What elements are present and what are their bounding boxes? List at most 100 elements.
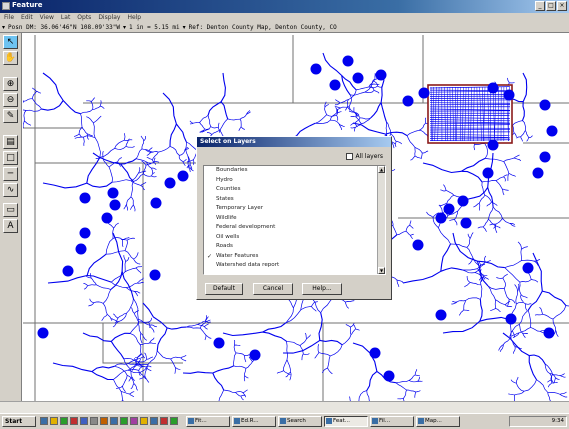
- menu-help[interactable]: Help: [127, 13, 141, 23]
- river-line: [86, 181, 113, 188]
- dropdown-arrow-icon[interactable]: ▾: [2, 24, 5, 31]
- river-line: [306, 334, 311, 339]
- polygon-tool-button[interactable]: ▭: [3, 203, 18, 217]
- default-button[interactable]: Default: [205, 283, 243, 295]
- list-scrollbar[interactable]: ▲ ▼: [377, 166, 385, 274]
- quick-launch-icon[interactable]: [140, 417, 148, 425]
- river-line: [415, 390, 421, 393]
- river-line: [324, 107, 327, 115]
- select-layers-dialog: Select on Layers All layers Boundaries Hy…: [196, 136, 392, 300]
- river-line: [504, 304, 513, 308]
- menu-lat[interactable]: Lat: [61, 13, 70, 23]
- pencil-tool-button[interactable]: ✎: [3, 109, 18, 123]
- taskbar-task-button[interactable]: Ed.R...: [232, 416, 276, 427]
- help-button[interactable]: Help...: [302, 283, 342, 295]
- dropdown-arrow-icon[interactable]: ▾: [183, 24, 186, 31]
- quick-launch-icon[interactable]: [170, 417, 178, 425]
- site-marker: [150, 197, 162, 209]
- river-line: [366, 390, 370, 401]
- river-line: [502, 332, 530, 357]
- arrow-pointer-tool-button[interactable]: ↖: [3, 35, 18, 49]
- layer-list-item[interactable]: Federal development: [204, 223, 385, 233]
- hand-pan-tool-button[interactable]: ✋: [3, 51, 18, 65]
- layer-list-item[interactable]: Counties: [204, 185, 385, 195]
- river-line: [542, 290, 567, 306]
- quick-launch-icon[interactable]: [150, 417, 158, 425]
- taskbar-task-button[interactable]: Fit...: [186, 416, 230, 427]
- river-line: [350, 328, 356, 336]
- start-button[interactable]: Start: [2, 416, 36, 427]
- scroll-up-icon[interactable]: ▲: [378, 166, 385, 173]
- horizontal-scrollbar[interactable]: [0, 401, 569, 413]
- river-line: [410, 235, 413, 239]
- menu-bar: File Edit View Lat Opts Display Help: [0, 13, 569, 23]
- layer-list-item[interactable]: Watershed data report: [204, 261, 385, 271]
- layer-list-item[interactable]: Oil wells: [204, 233, 385, 243]
- quick-launch-icon[interactable]: [130, 417, 138, 425]
- layer-list-item[interactable]: Hydro: [204, 176, 385, 186]
- maximize-button[interactable]: □: [546, 1, 556, 11]
- layer-list-item[interactable]: ✓ Water Features: [204, 252, 385, 262]
- river-line: [86, 253, 107, 276]
- river-line: [530, 327, 541, 332]
- layers-tool-button[interactable]: ▤: [3, 135, 18, 149]
- checkbox-icon[interactable]: [346, 153, 354, 160]
- layer-list-item[interactable]: Roads: [204, 242, 385, 252]
- river-line: [128, 363, 138, 365]
- menu-view[interactable]: View: [40, 13, 54, 23]
- river-line: [285, 307, 294, 323]
- quick-launch-icon[interactable]: [40, 417, 48, 425]
- river-line: [519, 279, 532, 283]
- quick-launch-icon[interactable]: [100, 417, 108, 425]
- quick-launch-icon[interactable]: [160, 417, 168, 425]
- river-line: [236, 352, 245, 356]
- river-line: [469, 232, 474, 239]
- menu-opts[interactable]: Opts: [77, 13, 91, 23]
- text-tool-button[interactable]: A: [3, 219, 18, 233]
- menu-edit[interactable]: Edit: [21, 13, 33, 23]
- quick-launch-icon[interactable]: [110, 417, 118, 425]
- river-line: [80, 113, 83, 127]
- line-tool-button[interactable]: ─: [3, 167, 18, 181]
- all-layers-checkbox[interactable]: All layers: [346, 153, 383, 160]
- close-button[interactable]: ×: [557, 1, 567, 11]
- river-line: [354, 127, 356, 132]
- taskbar-task-button[interactable]: Fil...: [370, 416, 414, 427]
- rectangle-tool-button[interactable]: □: [3, 151, 18, 165]
- minimize-button[interactable]: _: [535, 1, 545, 11]
- river-line: [552, 305, 567, 320]
- dropdown-arrow-icon[interactable]: ▾: [123, 24, 126, 31]
- curve-tool-button[interactable]: ∿: [3, 183, 18, 197]
- layer-list-item[interactable]: Temporary Layer: [204, 204, 385, 214]
- river-line: [348, 94, 352, 107]
- layer-list-item[interactable]: Boundaries: [204, 166, 385, 176]
- quick-launch-icon[interactable]: [80, 417, 88, 425]
- menu-display[interactable]: Display: [98, 13, 120, 23]
- taskbar-task-button[interactable]: Map...: [416, 416, 460, 427]
- quick-launch-icon[interactable]: [120, 417, 128, 425]
- river-line: [312, 298, 321, 313]
- cancel-button[interactable]: Cancel: [253, 283, 293, 295]
- river-line: [220, 101, 229, 120]
- zoom-in-tool-button[interactable]: ⊕: [3, 77, 18, 91]
- river-line: [495, 299, 506, 306]
- quick-launch-icon[interactable]: [70, 417, 78, 425]
- scroll-down-icon[interactable]: ▼: [378, 267, 385, 274]
- river-line: [496, 276, 503, 279]
- site-marker: [107, 187, 119, 199]
- river-line: [484, 143, 488, 159]
- taskbar-task-button[interactable]: Search: [278, 416, 322, 427]
- quick-launch-icon[interactable]: [90, 417, 98, 425]
- taskbar-task-button[interactable]: Feat...: [324, 416, 368, 427]
- river-line: [146, 157, 153, 161]
- quick-launch-icon[interactable]: [50, 417, 58, 425]
- site-marker: [101, 212, 113, 224]
- layer-list[interactable]: Boundaries Hydro Counties States Temporary L…: [203, 165, 386, 275]
- layer-list-item[interactable]: Wildlife: [204, 214, 385, 224]
- layer-list-item[interactable]: States: [204, 195, 385, 205]
- menu-file[interactable]: File: [4, 13, 14, 23]
- river-line: [179, 150, 186, 156]
- zoom-out-tool-button[interactable]: ⊖: [3, 93, 18, 107]
- river-line: [442, 184, 447, 191]
- quick-launch-icon[interactable]: [60, 417, 68, 425]
